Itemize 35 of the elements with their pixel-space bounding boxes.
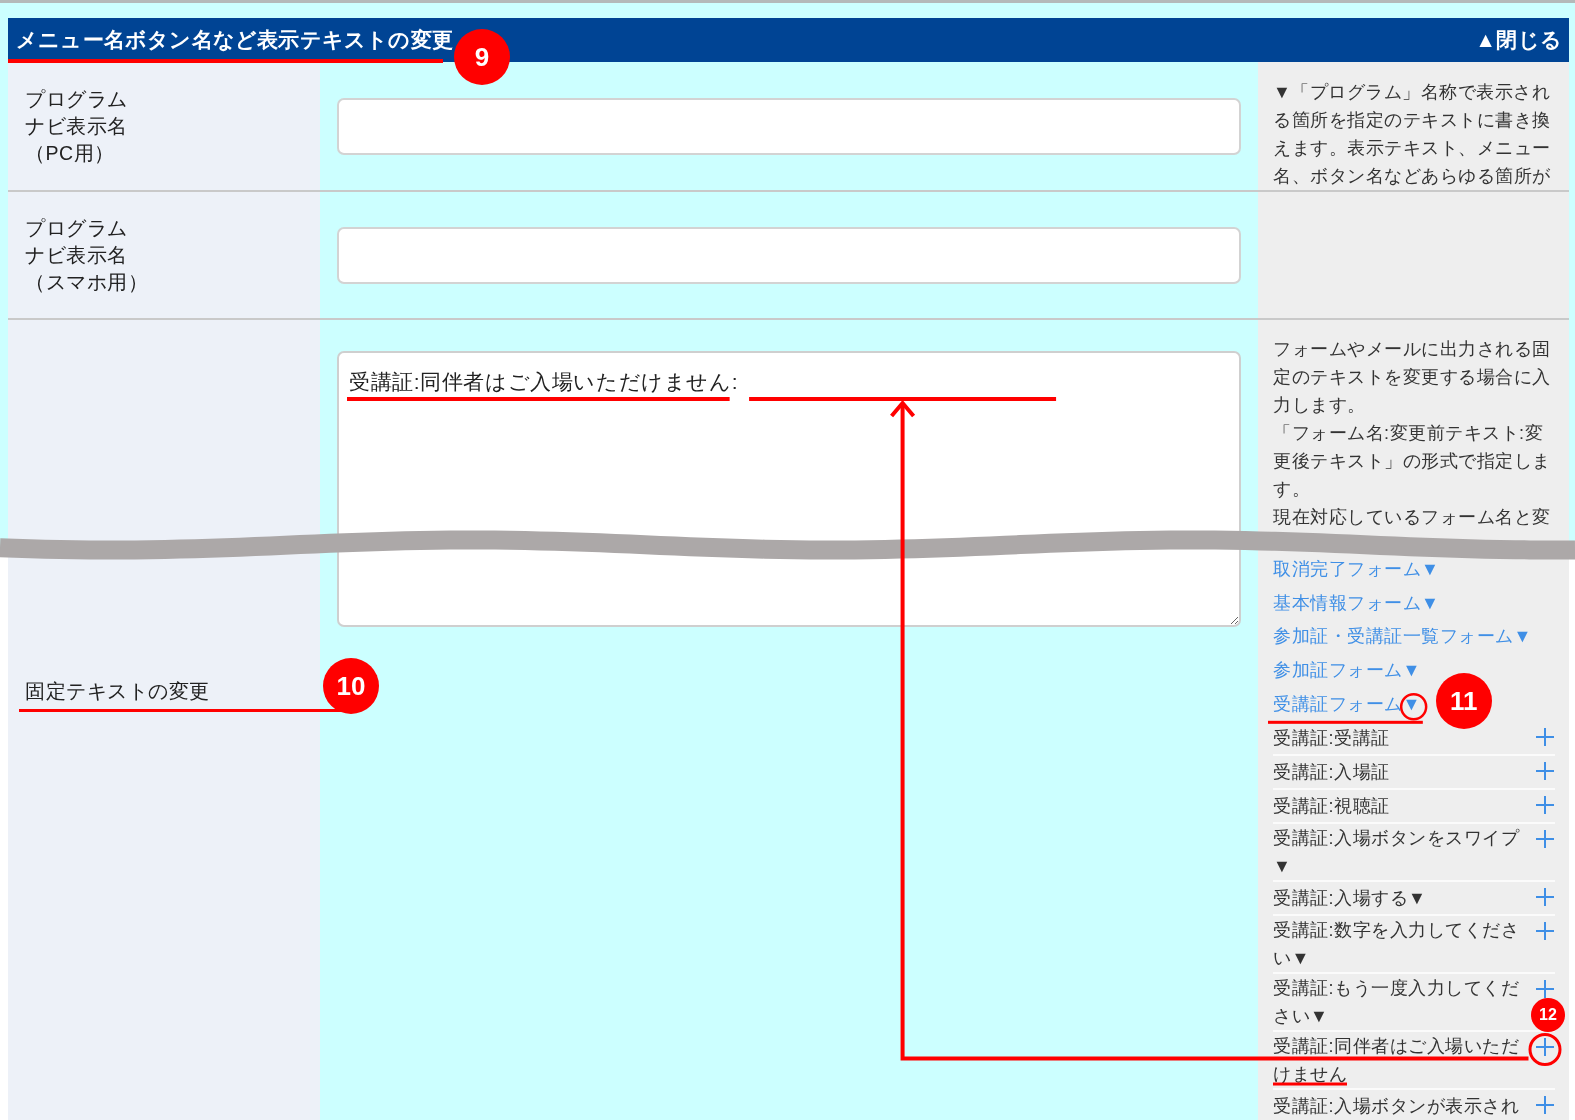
plus-icon[interactable] (1536, 761, 1554, 780)
close-button[interactable]: ▲閉じる (1475, 27, 1563, 53)
panel-title: メニュー名ボタン名など表示テキストの変更 (16, 27, 453, 54)
help-text: ▼「プログラム」名称で表示される箇所を指定のテキストに書き換えます。表示テキスト、メニュー名、ボタン名などあらゆる箇所が (1273, 81, 1552, 188)
plus-icon[interactable] (1536, 921, 1554, 940)
field-label: プログラム ナビ表示名 （PC用） (25, 86, 128, 166)
list-item-text: 受講証:入場ボタンをスワイプ▼ (1273, 826, 1521, 878)
textarea-field[interactable]: 受講証:同伴者はご入場いただけません: (337, 351, 1241, 627)
help-text: 「フォーム名:変更前テキスト:変更後テキスト」の形式で指定します。 (1273, 422, 1552, 501)
form-link[interactable]: 受講証フォーム▼ (1273, 693, 1421, 714)
help-text: 現在対応しているフォーム名と変 (1273, 506, 1552, 529)
form-link[interactable]: 基本情報フォーム▼ (1273, 592, 1440, 613)
plus-icon[interactable] (1536, 727, 1554, 746)
list-item-text: 受講証:同伴者はご入場いただけません (1273, 1034, 1520, 1086)
plus-icon[interactable] (1536, 979, 1554, 998)
list-item-text: 受講証:視聴証 (1273, 794, 1391, 818)
list-item-text: 受講証:もう一度入力してください▼ (1273, 976, 1520, 1028)
text-input[interactable] (337, 97, 1241, 155)
field-label: プログラム ナビ表示名 （スマホ用） (25, 215, 148, 295)
list-item-text: 受講証:数字を入力してください▼ (1273, 918, 1520, 970)
field-label: 固定テキストの変更 (25, 679, 211, 704)
help-text: フォームやメールに出力される固定のテキストを変更する場合に入力します。 (1273, 338, 1552, 417)
plus-icon[interactable] (1536, 1037, 1554, 1056)
plus-icon[interactable] (1536, 795, 1554, 814)
form-link[interactable]: 参加証・受講証一覧フォーム▼ (1273, 626, 1532, 647)
list-item-text: 受講証:入場する▼ (1273, 886, 1428, 910)
list-item-text: 受講証:受講証 (1273, 726, 1391, 750)
form-link[interactable]: 取消完了フォーム▼ (1273, 559, 1440, 579)
form-link[interactable]: 参加証フォーム▼ (1273, 660, 1421, 681)
plus-icon[interactable] (1536, 1095, 1554, 1114)
text-input[interactable] (337, 226, 1241, 284)
plus-icon[interactable] (1536, 829, 1554, 848)
plus-icon[interactable] (1536, 887, 1554, 906)
list-item-text: 受講証:入場証 (1273, 760, 1391, 784)
list-item-text: 受講証:入場ボタンが表示され (1273, 1094, 1520, 1118)
